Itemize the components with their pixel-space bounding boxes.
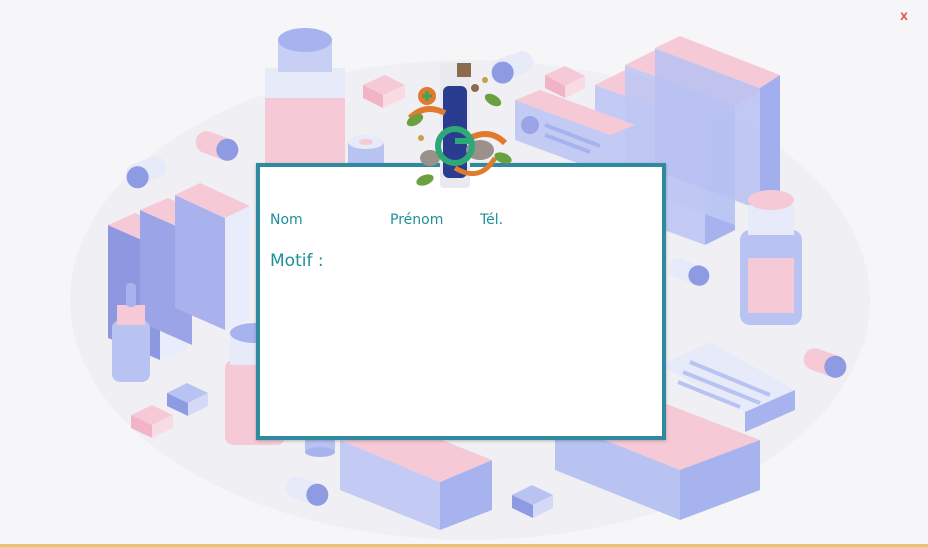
nom-label: Nom — [270, 212, 303, 228]
bottle-icon — [265, 28, 345, 168]
patient-info-card: Nom Prénom Tél. Motif : — [256, 163, 666, 440]
close-button[interactable]: x — [894, 5, 914, 25]
motif-label: Motif : — [270, 251, 324, 271]
pharmacy-logo-icon — [406, 63, 512, 188]
prenom-label: Prénom — [390, 212, 444, 228]
pill-jar-icon — [348, 135, 384, 164]
tel-label: Tél. — [480, 212, 504, 228]
bottle-icon — [740, 190, 802, 325]
